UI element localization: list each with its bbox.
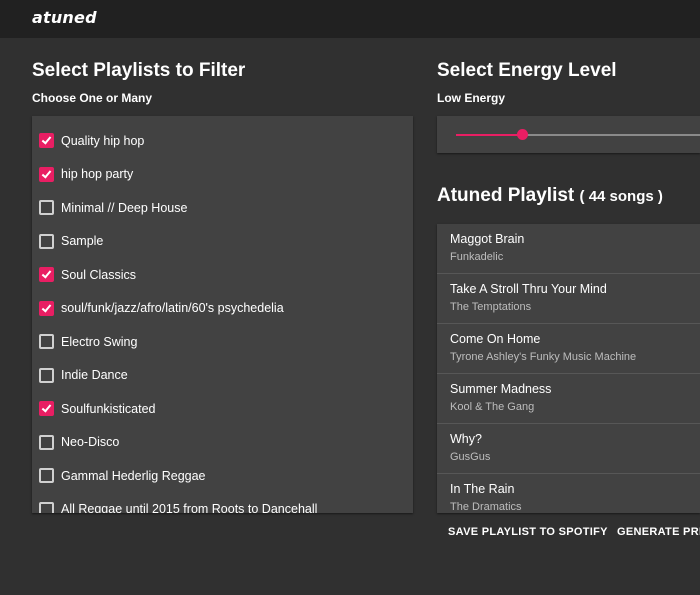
top-app-bar: atuned: [0, 0, 700, 38]
playlist-filter-list[interactable]: Quality hip hop hip hop party Minimal // D…: [32, 116, 413, 513]
playlist-option[interactable]: soul/funk/jazz/afro/latin/60's psychedel…: [32, 292, 413, 325]
playlist-option-label: hip hop party: [61, 167, 134, 181]
song-title: Come On Home: [450, 332, 541, 346]
checkbox-unchecked-icon[interactable]: [39, 468, 54, 483]
app-logo[interactable]: atuned: [32, 8, 97, 27]
playlists-section-subtitle: Choose One or Many: [32, 91, 153, 105]
song-artist: GusGus: [450, 451, 491, 463]
save-playlist-button[interactable]: SAVE PLAYLIST TO SPOTIFY: [448, 521, 608, 543]
generate-preview-button[interactable]: GENERATE PREV: [617, 521, 700, 543]
playlist-option[interactable]: hip hop party: [32, 158, 413, 191]
song-list-item[interactable]: Why? GusGus: [437, 424, 700, 474]
song-artist: The Temptations: [450, 301, 532, 313]
checkbox-checked-icon[interactable]: [39, 401, 54, 416]
song-title: Take A Stroll Thru Your Mind: [450, 282, 607, 296]
energy-slider-panel: [437, 116, 700, 153]
playlist-option-label: Minimal // Deep House: [61, 200, 188, 215]
checkbox-unchecked-icon[interactable]: [39, 367, 54, 383]
playlist-option[interactable]: Electro Swing: [32, 325, 413, 358]
playlist-option-label: Sample: [61, 234, 104, 248]
playlist-option-label: Soul Classics: [61, 267, 137, 282]
playlists-section-title: Select Playlists to Filter: [32, 60, 246, 81]
song-title: Why?: [450, 432, 482, 446]
song-title: Maggot Brain: [450, 232, 525, 246]
energy-slider-thumb[interactable]: [516, 129, 528, 140]
playlist-option[interactable]: All Reggae until 2015 from Roots to Danc…: [32, 493, 413, 513]
energy-level-label: Low Energy: [437, 91, 506, 105]
song-title: Summer Madness: [450, 382, 552, 396]
song-list-item[interactable]: Take A Stroll Thru Your Mind The Temptati…: [437, 274, 700, 324]
energy-section-title: Select Energy Level: [437, 60, 617, 81]
checkbox-checked-icon[interactable]: [39, 133, 54, 148]
song-artist: Kool & The Gang: [450, 401, 535, 413]
energy-slider-track-filled[interactable]: [456, 134, 522, 136]
song-list-item[interactable]: Summer Madness Kool & The Gang: [437, 374, 700, 424]
playlist-option[interactable]: Indie Dance: [32, 359, 413, 392]
checkbox-unchecked-icon[interactable]: [39, 334, 54, 349]
song-list-item[interactable]: In The Rain The Dramatics: [437, 474, 700, 513]
playlist-option[interactable]: Quality hip hop: [32, 124, 413, 157]
song-count: ( 44 songs ): [579, 188, 663, 205]
playlist-option-label: Quality hip hop: [61, 133, 145, 148]
playlist-option[interactable]: Soulfunkisticated: [32, 392, 413, 425]
playlist-option-label: Indie Dance: [61, 368, 128, 382]
atuned-playlist-title: Atuned Playlist ( 44 songs ): [437, 185, 663, 207]
playlist-option[interactable]: Minimal // Deep House: [32, 191, 413, 224]
atuned-song-list[interactable]: Maggot Brain Funkadelic Take A Stroll Thru…: [437, 224, 700, 513]
playlist-option[interactable]: Gammal Hederlig Reggae: [32, 459, 413, 492]
playlist-option-label: All Reggae until 2015 from Roots to Danc…: [61, 502, 318, 513]
checkbox-checked-icon[interactable]: [39, 300, 54, 316]
playlist-option-label: Gammal Hederlig Reggae: [61, 468, 206, 483]
playlist-option-label: Neo-Disco: [61, 435, 120, 449]
playlist-option[interactable]: Soul Classics: [32, 258, 413, 291]
checkbox-unchecked-icon[interactable]: [39, 233, 54, 249]
playlist-option-label: Soulfunkisticated: [61, 401, 156, 416]
playlist-option[interactable]: Sample: [32, 225, 413, 258]
checkbox-unchecked-icon[interactable]: [39, 200, 54, 215]
song-list-item[interactable]: Come On Home Tyrone Ashley's Funky Music …: [437, 324, 700, 374]
song-artist: The Dramatics: [450, 501, 522, 513]
song-artist: Tyrone Ashley's Funky Music Machine: [450, 351, 637, 363]
atuned-playlist-title-text: Atuned Playlist: [437, 185, 575, 206]
song-list-item[interactable]: Maggot Brain Funkadelic: [437, 224, 700, 274]
playlist-option-label: Electro Swing: [61, 334, 138, 349]
checkbox-checked-icon[interactable]: [39, 267, 54, 282]
checkbox-unchecked-icon[interactable]: [39, 434, 54, 450]
playlist-option-label: soul/funk/jazz/afro/latin/60's psychedel…: [61, 301, 284, 315]
song-artist: Funkadelic: [450, 251, 504, 263]
energy-slider-track[interactable]: [522, 134, 700, 136]
checkbox-checked-icon[interactable]: [39, 166, 54, 182]
checkbox-unchecked-icon[interactable]: [39, 501, 54, 513]
song-title: In The Rain: [450, 482, 515, 496]
playlist-option[interactable]: Neo-Disco: [32, 426, 413, 459]
